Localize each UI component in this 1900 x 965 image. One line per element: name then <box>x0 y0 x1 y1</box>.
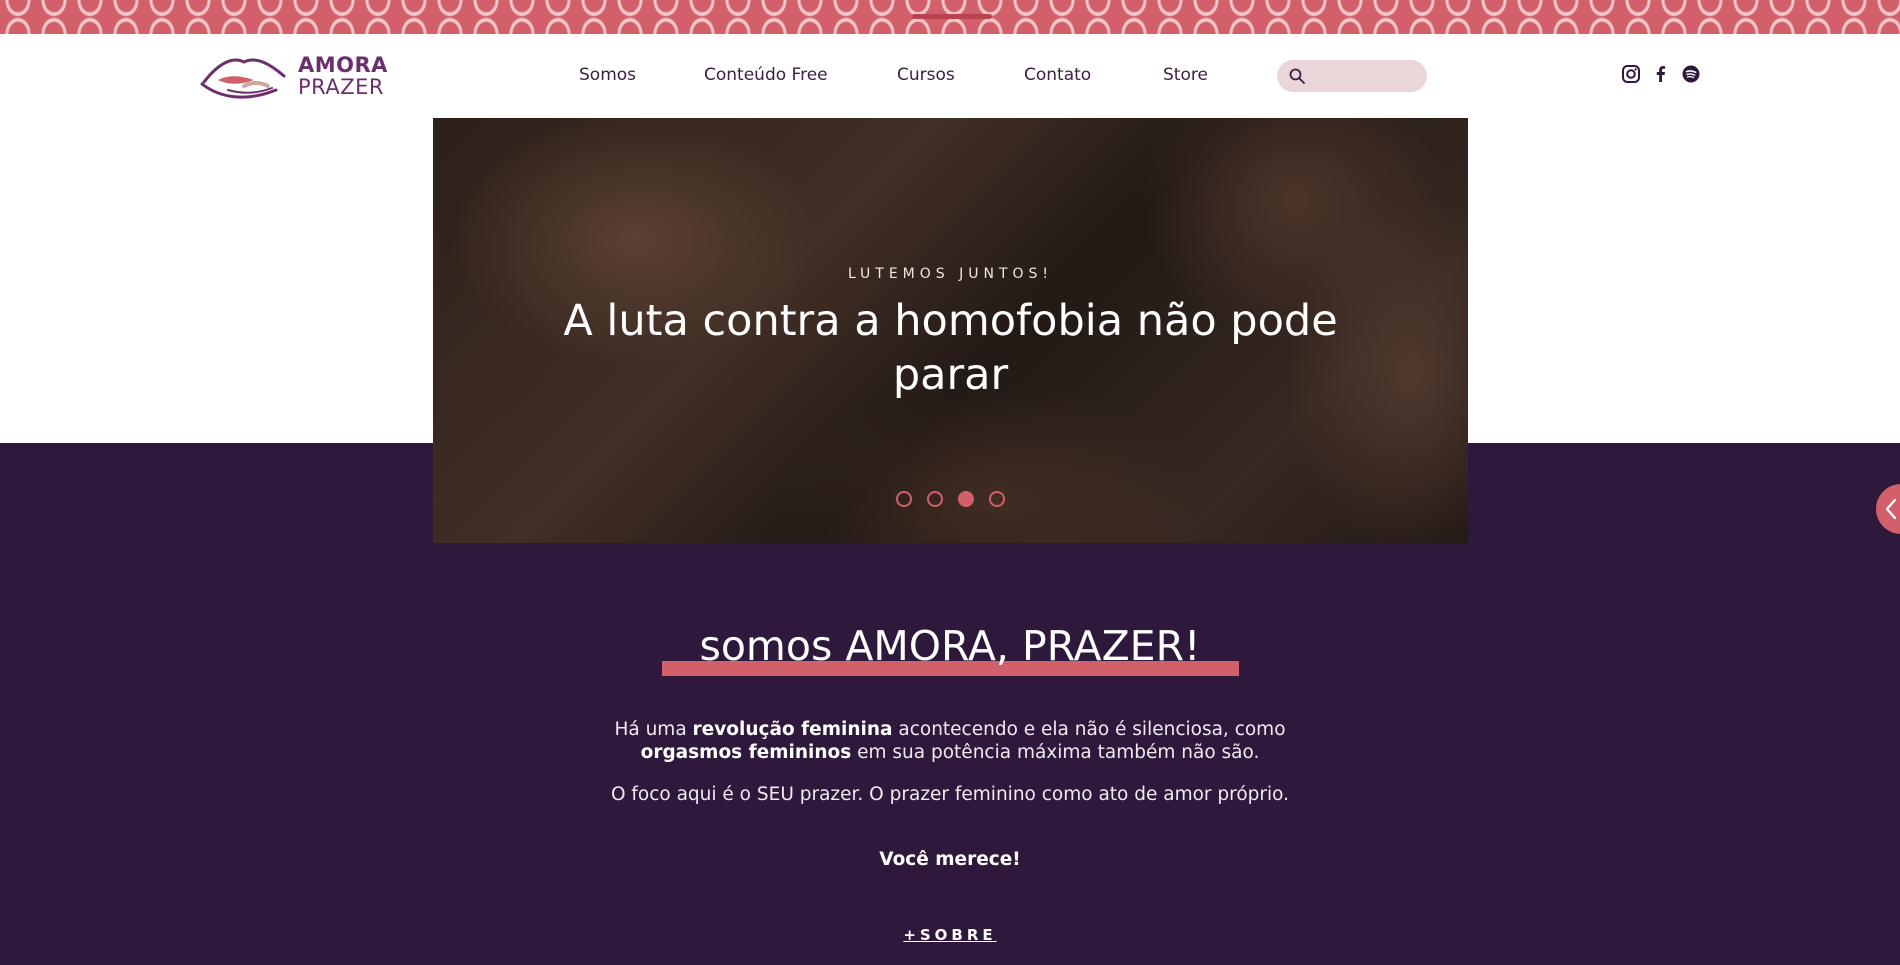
slider-dots <box>433 491 1468 507</box>
more-about-link[interactable]: +SOBRE <box>0 926 1900 944</box>
spotify-icon[interactable] <box>1681 64 1701 84</box>
site-header: AMORA PRAZER Somos Conteúdo Free Cursos … <box>0 34 1900 118</box>
hero-eyebrow: LUTEMOS JUNTOS! <box>847 266 1054 282</box>
top-band-tab[interactable] <box>912 14 992 19</box>
logo-text-line1: AMORA <box>298 53 388 77</box>
about-p1-mid: acontecendo e ela não é silenciosa, como <box>892 719 1286 740</box>
chevron-left-icon <box>1885 498 1897 520</box>
about-p1-suffix: em sua potência máxima também não são. <box>851 742 1260 763</box>
lips-logo-icon <box>200 58 286 99</box>
slider-dot-4[interactable] <box>989 491 1005 507</box>
slider-dot-2[interactable] <box>927 491 943 507</box>
hero-slider[interactable]: LUTEMOS JUNTOS! A luta contra a homofobi… <box>433 118 1468 543</box>
about-title: somos AMORA, PRAZER! <box>699 622 1201 670</box>
nav-item-somos[interactable]: Somos <box>579 65 636 85</box>
facebook-icon[interactable] <box>1651 64 1671 84</box>
about-paragraph-2: O foco aqui é o SEU prazer. O prazer fem… <box>610 784 1290 805</box>
nav-item-cursos[interactable]: Cursos <box>897 65 955 85</box>
instagram-icon[interactable] <box>1621 64 1641 84</box>
search-box[interactable] <box>1277 60 1427 92</box>
top-pattern-band <box>0 0 1900 34</box>
about-p1-bold-orgasmos: orgasmos femininos <box>640 742 852 763</box>
logo-text-line2: PRAZER <box>298 75 385 99</box>
hero-title: A luta contra a homofobia não pode parar <box>563 296 1338 400</box>
nav-item-conteudo-free[interactable]: Conteúdo Free <box>704 65 828 85</box>
slider-dot-3[interactable] <box>958 491 974 507</box>
nav-item-store[interactable]: Store <box>1163 65 1208 85</box>
about-paragraph-1: Há uma revolução feminina acontecendo e … <box>600 718 1300 764</box>
about-p1-prefix: Há uma <box>614 719 693 740</box>
about-paragraph-3: Você merece! <box>879 849 1021 870</box>
slider-dot-1[interactable] <box>896 491 912 507</box>
search-icon <box>1289 68 1305 84</box>
site-logo[interactable]: AMORA PRAZER <box>198 46 388 106</box>
about-p1-bold-revolucao: revolução feminina <box>692 719 893 740</box>
nav-item-contato[interactable]: Contato <box>1024 65 1091 85</box>
search-input[interactable] <box>1311 65 1417 87</box>
